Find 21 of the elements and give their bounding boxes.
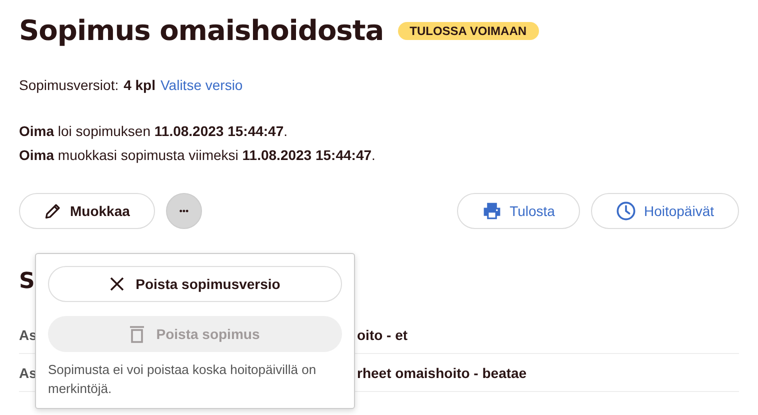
- close-icon: [110, 277, 124, 291]
- history-line: Oima loi sopimuksen 11.08.2023 15:44:47.: [19, 122, 289, 141]
- page-title: Sopimus omaishoidosta: [19, 14, 384, 47]
- trash-icon: [130, 325, 144, 343]
- menu-note: Sopimusta ei voi poistaa koska hoitopäivillä on merkintöjä.: [48, 361, 318, 398]
- print-button[interactable]: Tulosta: [456, 193, 580, 229]
- edit-button[interactable]: Muokkaa: [19, 193, 155, 229]
- row-value: rheet omaishoito - beatae: [357, 364, 528, 380]
- menu-item[interactable]: Poista sopimusversio: [48, 266, 342, 302]
- more-button[interactable]: •••: [166, 193, 202, 229]
- printer-icon: [482, 202, 502, 220]
- care-days-button[interactable]: Hoitopäivät: [590, 193, 739, 229]
- select-version-link[interactable]: Valitse versio: [160, 77, 243, 93]
- status-badge: TULOSSA VOIMAAN: [398, 22, 539, 40]
- versions-label: Sopimusversiot:: [19, 77, 119, 93]
- pencil-icon: [44, 202, 62, 220]
- history-line: Oima muokkasi sopimusta viimeksi 11.08.2023 15:44:47.: [19, 146, 376, 165]
- row-value: oito - et: [357, 326, 409, 342]
- clock-icon: [616, 201, 636, 221]
- versions-count: 4 kpl: [124, 77, 156, 93]
- section-heading: S: [19, 269, 35, 294]
